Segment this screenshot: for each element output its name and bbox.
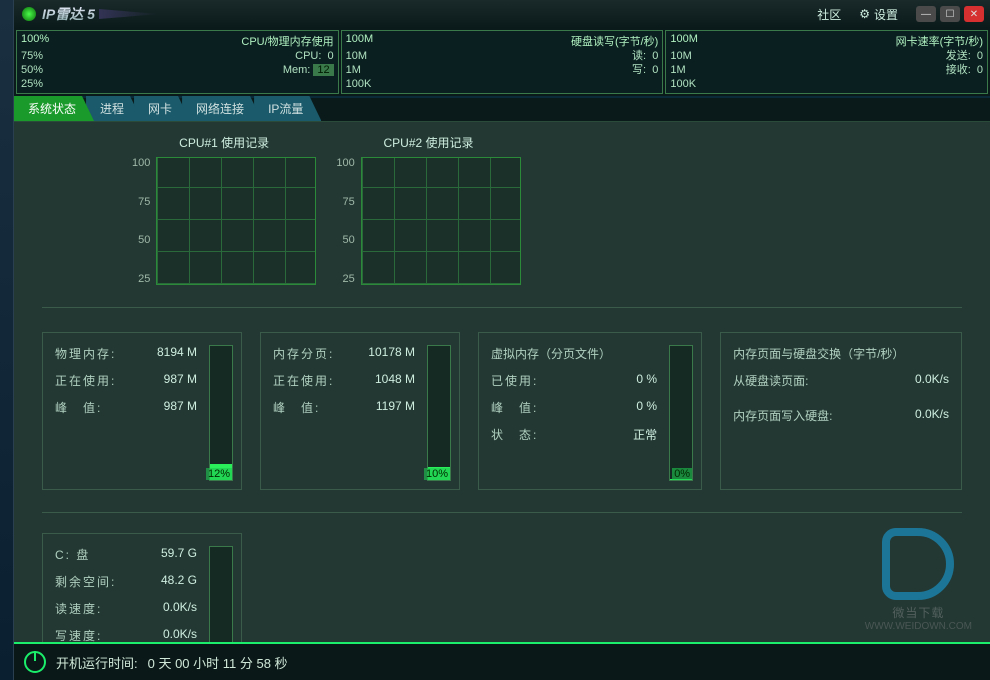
title-decoration: [99, 9, 159, 19]
cpu1-grid: [156, 157, 316, 285]
top-graphs-row: 100%CPU/物理内存使用 75%CPU: 0 50%Mem: 12 25% …: [14, 28, 990, 96]
settings-link[interactable]: ⚙ 设置: [859, 6, 898, 23]
maximize-button[interactable]: ☐: [940, 6, 960, 22]
tab-ip-traffic[interactable]: IP流量: [254, 96, 321, 121]
disk-c-panel: C: 盘59.7 G 剩余空间:48.2 G 读速度:0.0K/s 写速度:0.…: [42, 533, 242, 642]
close-button[interactable]: ✕: [964, 6, 984, 22]
disk-bar: 19%: [209, 546, 233, 642]
community-link[interactable]: 社区: [817, 6, 841, 23]
titlebar: IP雷达 5 社区 ⚙ 设置 — ☐ ✕: [14, 0, 990, 28]
uptime-value: 0 天 00 小时 11 分 58 秒: [148, 653, 288, 672]
app-icon: [22, 7, 36, 21]
power-icon: [24, 651, 46, 673]
tab-processes[interactable]: 进程: [86, 96, 142, 121]
virt-mem-bar: 0%: [669, 345, 693, 481]
gear-icon: ⚙: [859, 7, 870, 21]
cpu-charts-section: CPU#1 使用记录 100755025 CPU#2 使用记录 10075502…: [42, 134, 962, 308]
tabs: 系统状态 进程 网卡 网络连接 IP流量: [14, 98, 990, 122]
cpu2-grid: [361, 157, 521, 285]
app-title: IP雷达 5: [42, 4, 95, 24]
cpu1-chart: CPU#1 使用记录 100755025: [132, 134, 316, 285]
cpu1-yaxis: 100755025: [132, 157, 156, 285]
disk-mini-graph: 100M硬盘读写(字节/秒) 10M读: 0 1M写: 0 100K: [341, 30, 664, 94]
watermark-logo-icon: [882, 528, 954, 600]
minimize-button[interactable]: —: [916, 6, 936, 22]
tab-nic[interactable]: 网卡: [134, 96, 190, 121]
main-content: CPU#1 使用记录 100755025 CPU#2 使用记录 10075502…: [14, 122, 990, 642]
statusbar: 开机运行时间: 0 天 00 小时 11 分 58 秒: [14, 642, 990, 680]
uptime-label: 开机运行时间:: [56, 653, 138, 672]
physical-memory-panel: 物理内存:8194 M 正在使用:987 M 峰 值:987 M 12%: [42, 332, 242, 490]
cpu-mem-mini-graph: 100%CPU/物理内存使用 75%CPU: 0 50%Mem: 12 25%: [16, 30, 339, 94]
page-mem-bar: 10%: [427, 345, 451, 481]
disk-section: C: 盘59.7 G 剩余空间:48.2 G 读速度:0.0K/s 写速度:0.…: [42, 513, 962, 642]
cpu2-chart: CPU#2 使用记录 100755025: [336, 134, 520, 285]
left-dock: [0, 0, 14, 680]
watermark: 微当下载 WWW.WEIDOWN.COM: [865, 528, 972, 632]
swap-panel: 内存页面与硬盘交换（字节/秒） 从硬盘读页面:0.0K/s 内存页面写入硬盘:0…: [720, 332, 962, 490]
memory-panels-row: 物理内存:8194 M 正在使用:987 M 峰 值:987 M 12% 内存分…: [42, 308, 962, 513]
net-mini-graph: 100M网卡速率(字节/秒) 10M发送: 0 1M接收: 0 100K: [665, 30, 988, 94]
page-memory-panel: 内存分页:10178 M 正在使用:1048 M 峰 值:1197 M 10%: [260, 332, 460, 490]
cpu2-yaxis: 100755025: [336, 157, 360, 285]
tab-connections[interactable]: 网络连接: [182, 96, 262, 121]
virtual-memory-panel: 虚拟内存（分页文件） 已使用:0 % 峰 值:0 % 状 态:正常 0%: [478, 332, 702, 490]
tab-system-status[interactable]: 系统状态: [14, 96, 94, 121]
phys-mem-bar: 12%: [209, 345, 233, 481]
